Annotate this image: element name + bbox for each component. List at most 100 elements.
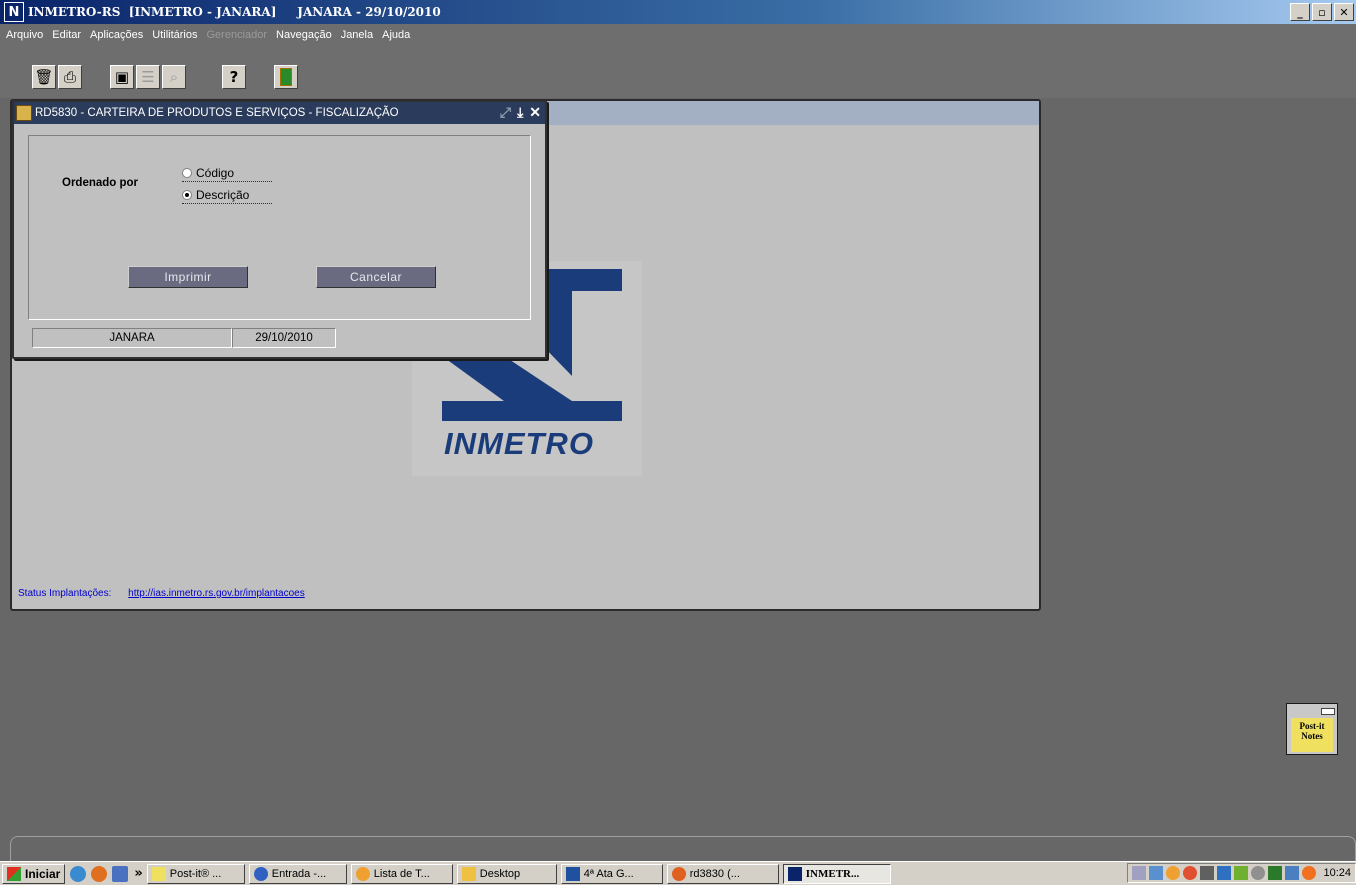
postit-icon [151, 866, 166, 881]
minimize-icon[interactable]: ⤓ [517, 104, 523, 121]
radio-codigo-label: Código [196, 166, 235, 180]
delete-button[interactable]: 🗑 [32, 65, 56, 89]
help-button[interactable]: ? [222, 65, 246, 89]
options-panel [28, 135, 531, 320]
print-dialog: RD5830 - CARTEIRA DE PRODUTOS E SERVIÇOS… [12, 100, 547, 359]
display-icon[interactable] [1285, 866, 1300, 880]
folder-icon [461, 866, 476, 881]
taskbar-item-ata[interactable]: 4ª Ata G... [560, 863, 663, 884]
word-document-icon [565, 866, 580, 881]
tasks-icon[interactable] [1166, 866, 1181, 880]
close-icon: ✕ [1339, 5, 1349, 19]
taskbar-item-postit[interactable]: Post-it® ... [146, 863, 245, 884]
taskbar-item-label: rd3830 (... [689, 867, 740, 880]
taskbar-item-label: Desktop [479, 867, 521, 880]
radio-checked-icon [182, 190, 192, 200]
taskbar-item-entrada[interactable]: Entrada -... [248, 863, 347, 884]
close-icon[interactable]: ✕ [529, 104, 541, 121]
bottom-frame [10, 836, 1356, 861]
exit-door-icon [280, 68, 292, 86]
firefox-icon[interactable] [91, 865, 108, 882]
print-button[interactable]: ⎙ [58, 65, 82, 89]
ordered-by-label: Ordenado por [62, 177, 139, 189]
minimize-icon[interactable] [1321, 708, 1335, 715]
menu-janela[interactable]: Janela [341, 29, 373, 41]
taskbar-item-lista[interactable]: Lista de T... [350, 863, 453, 884]
radio-descricao-label: Descrição [196, 188, 250, 202]
restore-button[interactable]: ▫ [1312, 3, 1332, 21]
app-icon: N [4, 2, 24, 22]
vpn-icon[interactable] [1268, 866, 1283, 880]
close-button[interactable]: ✕ [1334, 3, 1354, 21]
radio-unchecked-icon [182, 168, 192, 178]
list-button[interactable]: ☰ [136, 65, 160, 89]
antivirus-icon[interactable] [1183, 866, 1198, 880]
minimize-icon: _ [1297, 5, 1303, 19]
trash-icon: 🗑 [34, 68, 54, 86]
postit-label: Post-it [1299, 721, 1325, 731]
minimize-button[interactable]: _ [1290, 3, 1310, 21]
taskbar-item-rd3830[interactable]: rd3830 (... [666, 863, 779, 884]
menu-arquivo[interactable]: Arquivo [6, 29, 43, 41]
menu-bar: Arquivo Editar Aplicações Utilitários Ge… [0, 24, 1356, 46]
desktop-icon[interactable] [112, 865, 129, 882]
window-title-bar: N INMETRO-RS [INMETRO - JANARA] JANARA -… [0, 0, 1356, 24]
clipboard-icon: ▣ [114, 68, 130, 86]
taskbar-item-label: Lista de T... [373, 867, 430, 880]
ie-icon[interactable] [70, 865, 87, 882]
inmetro-app-icon [787, 866, 802, 881]
menu-aplicacoes[interactable]: Aplicações [90, 29, 143, 41]
app-tray-icon[interactable] [1302, 866, 1317, 880]
overflow-chevron-icon[interactable]: » [134, 866, 142, 881]
radio-descricao[interactable]: Descrição [182, 188, 272, 204]
dialog-title-bar: RD5830 - CARTEIRA DE PRODUTOS E SERVIÇOS… [14, 102, 545, 124]
menu-ajuda[interactable]: Ajuda [382, 29, 410, 41]
status-label: Status Implantações: [18, 588, 112, 599]
taskbar: Iniciar » Post-it® ... Entrada -... List… [0, 861, 1356, 885]
menu-navegacao[interactable]: Navegação [276, 29, 332, 41]
status-link[interactable]: http://ias.inmetro.rs.gov.br/implantacoe… [128, 588, 305, 599]
taskbar-item-inmetro[interactable]: INMETR... [782, 863, 891, 884]
update-icon[interactable] [1251, 866, 1266, 880]
window-title: INMETRO-RS [INMETRO - JANARA] JANARA - 2… [28, 5, 441, 19]
print-icon: ⎙ [63, 68, 76, 86]
taskbar-item-desktop[interactable]: Desktop [456, 863, 557, 884]
maximize-icon[interactable]: ⤢ [500, 104, 511, 121]
form-icon [16, 105, 32, 121]
radio-codigo[interactable]: Código [182, 166, 272, 182]
list-icon: ☰ [141, 68, 155, 86]
search-button[interactable]: ⌕ [162, 65, 186, 89]
menu-editar[interactable]: Editar [52, 29, 81, 41]
task-list-icon [355, 866, 370, 881]
taskbar-item-label: 4ª Ata G... [583, 867, 634, 880]
logo-text: INMETRO [444, 426, 594, 461]
taskbar-item-label: Post-it® ... [169, 867, 222, 880]
restore-icon: ▫ [1318, 5, 1326, 19]
print-button[interactable]: Imprimir [128, 266, 248, 288]
help-icon: ? [229, 68, 239, 86]
dialog-title: RD5830 - CARTEIRA DE PRODUTOS E SERVIÇOS… [35, 107, 399, 119]
firefox-icon [671, 866, 686, 881]
menu-utilitarios[interactable]: Utilitários [152, 29, 197, 41]
cancel-button[interactable]: Cancelar [316, 266, 436, 288]
search-icon: ⌕ [169, 68, 179, 86]
date-field: 29/10/2010 [232, 328, 336, 348]
volume-icon[interactable] [1200, 866, 1215, 880]
system-tray: 10:24 [1127, 863, 1356, 883]
monitor-icon[interactable] [1217, 866, 1232, 880]
postit-sub-label: Notes [1301, 731, 1323, 741]
exit-button[interactable] [274, 65, 298, 89]
menu-gerenciador: Gerenciador [206, 29, 268, 41]
taskbar-item-label: INMETR... [805, 867, 860, 880]
network-icon[interactable] [1132, 866, 1147, 880]
clock[interactable]: 10:24 [1323, 867, 1351, 879]
user-field: JANARA [32, 328, 232, 348]
clipboard-button[interactable]: ▣ [110, 65, 134, 89]
postit-tray-icon[interactable] [1234, 866, 1249, 880]
postit-notes-widget[interactable]: Post-it Notes [1286, 703, 1338, 755]
messenger-icon[interactable] [1149, 866, 1164, 880]
toolbar: 🗑 ⎙ ▣ ☰ ⌕ ? [0, 46, 1356, 98]
status-line: Status Implantações: http://ias.inmetro.… [18, 588, 305, 599]
start-button[interactable]: Iniciar [2, 863, 66, 884]
taskbar-item-label: Entrada -... [271, 867, 327, 880]
